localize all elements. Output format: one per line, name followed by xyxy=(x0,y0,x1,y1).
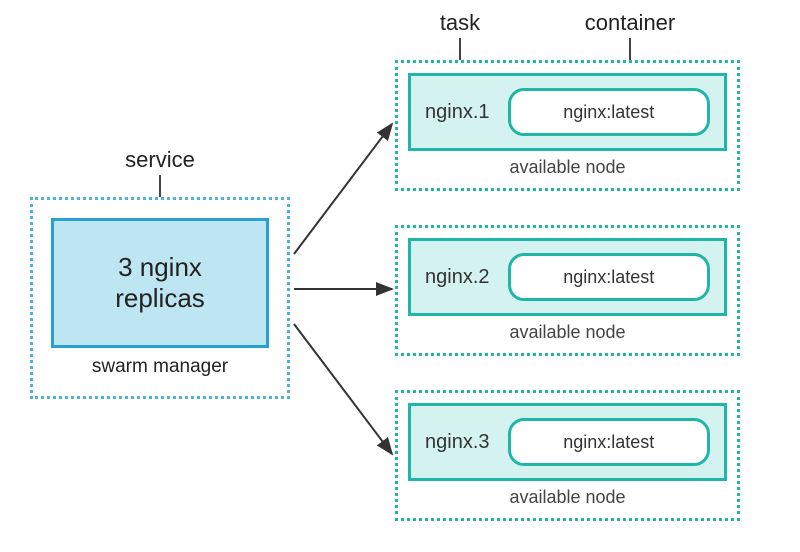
service-line1: 3 nginx xyxy=(118,252,202,282)
service-text: 3 nginx replicas xyxy=(115,252,205,314)
node-2: nginx.2 nginx:latest available node xyxy=(395,225,740,356)
task-box-3: nginx.3 nginx:latest xyxy=(408,403,727,481)
container-box-1: nginx:latest xyxy=(508,88,711,136)
service-line2: replicas xyxy=(115,283,205,313)
task-name-1: nginx.1 xyxy=(425,101,490,124)
service-box: 3 nginx replicas xyxy=(51,218,269,348)
service-tick xyxy=(159,175,161,197)
node-1: nginx.1 nginx:latest available node xyxy=(395,60,740,191)
node-caption-2: available node xyxy=(408,322,727,343)
swarm-manager-box: 3 nginx replicas swarm manager xyxy=(30,197,290,399)
task-box-2: nginx.2 nginx:latest xyxy=(408,238,727,316)
swarm-manager-caption: swarm manager xyxy=(51,356,269,378)
container-label: container xyxy=(570,10,690,36)
node-3: nginx.3 nginx:latest available node xyxy=(395,390,740,521)
container-box-2: nginx:latest xyxy=(508,253,711,301)
task-name-3: nginx.3 xyxy=(425,431,490,454)
task-name-2: nginx.2 xyxy=(425,266,490,289)
arrow-to-node-1 xyxy=(294,124,392,254)
node-caption-1: available node xyxy=(408,157,727,178)
container-box-3: nginx:latest xyxy=(508,418,711,466)
task-box-1: nginx.1 nginx:latest xyxy=(408,73,727,151)
node-caption-3: available node xyxy=(408,487,727,508)
arrow-to-node-3 xyxy=(294,324,392,454)
service-label: service xyxy=(120,147,200,173)
task-label: task xyxy=(430,10,490,36)
